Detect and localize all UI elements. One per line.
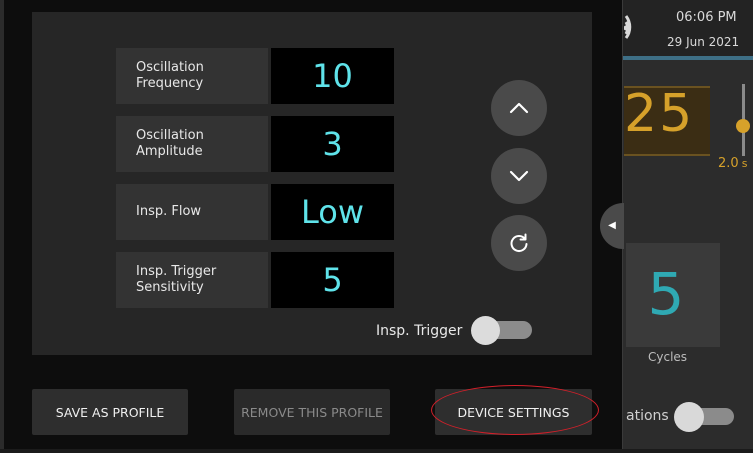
setting-label-insp-trigger-sensitivity: Insp. Trigger Sensitivity — [116, 252, 268, 308]
partial-toggle-label: ations — [626, 408, 669, 424]
save-as-profile-button[interactable]: SAVE AS PROFILE — [32, 389, 188, 435]
setting-label-oscillation-amplitude: Oscillation Amplitude — [116, 116, 268, 172]
clock-time: 06:06 PM — [676, 10, 737, 25]
chevron-up-icon — [509, 102, 529, 114]
chevron-down-icon — [509, 170, 529, 182]
setting-value-oscillation-amplitude[interactable]: 3 — [271, 116, 394, 172]
setting-value-oscillation-frequency[interactable]: 10 — [271, 48, 394, 104]
background-toggle-knob[interactable] — [674, 402, 704, 432]
decrease-button[interactable] — [491, 148, 547, 204]
setting-value-insp-trigger-sensitivity[interactable]: 5 — [271, 252, 394, 308]
increase-button[interactable] — [491, 80, 547, 136]
device-settings-button[interactable]: DEVICE SETTINGS — [435, 389, 592, 435]
status-accent-line — [622, 56, 753, 60]
big-value: 25 — [624, 84, 695, 144]
wifi-icon — [624, 15, 632, 39]
setting-value-insp-flow[interactable]: Low — [271, 184, 394, 240]
insp-trigger-toggle-knob[interactable] — [471, 316, 500, 345]
remove-profile-button[interactable]: REMOVE THIS PROFILE — [234, 389, 390, 435]
slider-value-label: 2.0 s — [718, 156, 748, 171]
reset-button[interactable] — [491, 215, 547, 271]
refresh-icon — [510, 233, 528, 253]
setting-label-oscillation-frequency: Oscillation Frequency — [116, 48, 268, 104]
settings-panel: Oscillation Frequency 10 Oscillation Amp… — [32, 12, 592, 355]
dialog-bottom-edge — [0, 449, 753, 453]
vertical-slider-knob[interactable] — [736, 119, 750, 133]
collapse-arrow-icon: ◀ — [608, 220, 616, 231]
cycles-value: 5 — [647, 260, 685, 328]
clock-date: 29 Jun 2021 — [667, 35, 740, 49]
cycles-label: Cycles — [648, 350, 688, 364]
insp-trigger-label: Insp. Trigger — [376, 323, 463, 339]
setting-label-insp-flow: Insp. Flow — [116, 184, 268, 240]
background-screen — [622, 0, 753, 453]
settings-dialog: Oscillation Frequency 10 Oscillation Amp… — [4, 0, 623, 449]
